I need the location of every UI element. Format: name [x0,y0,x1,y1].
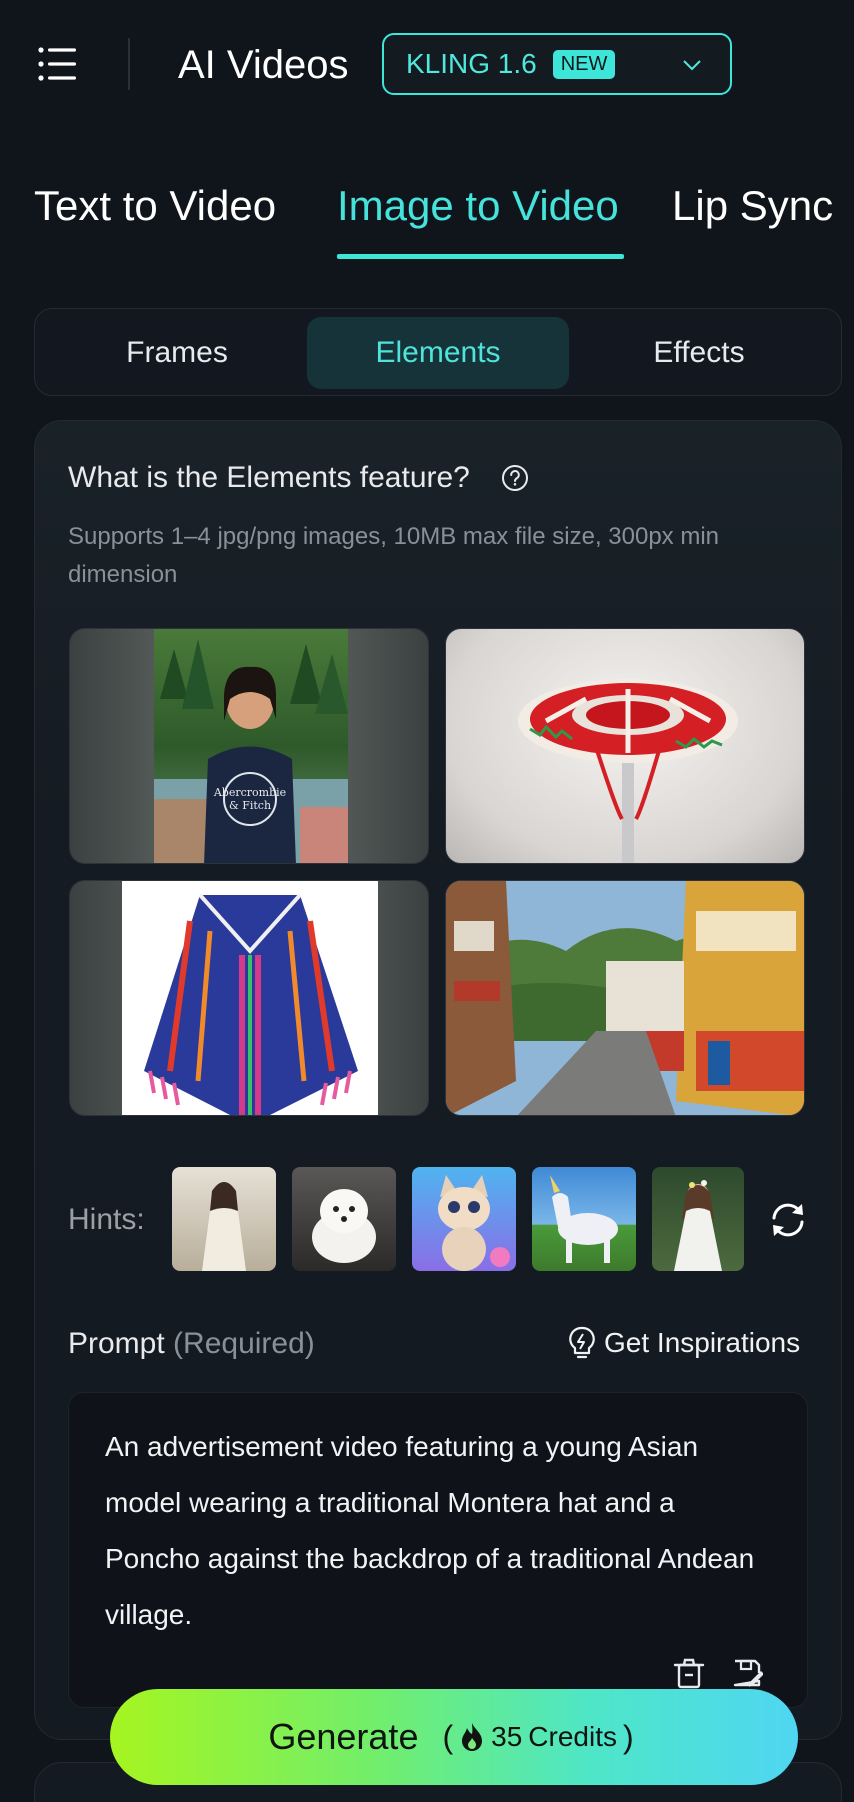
tab-frames[interactable]: Frames [53,317,301,389]
model-name: KLING 1.6 [406,48,537,79]
tab-elements[interactable]: Elements [307,317,569,389]
prompt-label: Prompt (Required) [68,1327,315,1360]
model-selector[interactable]: KLING 1.6 NEW [382,33,732,95]
page-title: AI Videos [178,43,349,87]
top-bar: AI Videos KLING 1.6 NEW [0,0,854,128]
new-badge: NEW [552,49,616,79]
prompt-required-label: (Required) [173,1327,315,1360]
generate-button[interactable]: Generate ( 35 Credits ) [110,1689,798,1785]
shirt-text: Abercrombie [213,786,286,799]
feature-title: What is the Elements feature? [68,461,470,494]
svg-text:& Fitch: & Fitch [229,799,271,812]
tab-image-to-video[interactable]: Image to Video [337,176,619,236]
element-image-village[interactable] [445,880,805,1116]
tab-text-to-video[interactable]: Text to Video [34,176,276,236]
sub-tabs: Frames Elements Effects [34,308,842,396]
get-inspirations-button[interactable]: Get Inspirations [568,1322,800,1364]
hint-thumb-unicorn[interactable] [532,1167,636,1271]
flame-icon [462,1723,483,1751]
question-circle-icon[interactable] [500,463,530,493]
prompt-input[interactable]: An advertisement video featuring a young… [68,1392,808,1708]
header-divider [128,38,130,90]
active-tab-indicator [337,254,624,259]
main-tabs: Text to Video Image to Video Lip Sync [0,176,854,266]
hamburger-menu-icon[interactable] [36,42,80,86]
refresh-icon[interactable] [766,1198,810,1242]
save-draft-icon[interactable] [731,1657,763,1689]
trash-icon[interactable] [673,1657,705,1689]
prompt-text[interactable]: An advertisement video featuring a young… [105,1419,775,1643]
feature-description: Supports 1–4 jpg/png images, 10MB max fi… [68,523,720,588]
hint-thumb-white-puppy[interactable] [292,1167,396,1271]
tab-effects[interactable]: Effects [575,317,823,389]
generate-label: Generate [268,1716,419,1757]
lightbulb-icon [569,1326,595,1359]
element-image-portrait[interactable]: Abercrombie & Fitch [69,628,429,864]
element-image-hat[interactable] [445,628,805,864]
hint-thumb-cartoon-kitten[interactable] [412,1167,516,1271]
credits-value: 35 [491,1721,523,1752]
credits-cost: ( 35 Credits ) [442,1718,634,1755]
chevron-down-icon [683,60,701,71]
tab-lip-sync[interactable]: Lip Sync [672,176,833,236]
credits-word: Credits [528,1721,617,1752]
hint-thumb-forest-woman[interactable] [652,1167,744,1271]
hints-label: Hints: [68,1203,145,1236]
get-inspirations-label: Get Inspirations [604,1327,801,1358]
hint-thumb-woman-dress[interactable] [172,1167,276,1271]
element-image-poncho[interactable] [69,880,429,1116]
